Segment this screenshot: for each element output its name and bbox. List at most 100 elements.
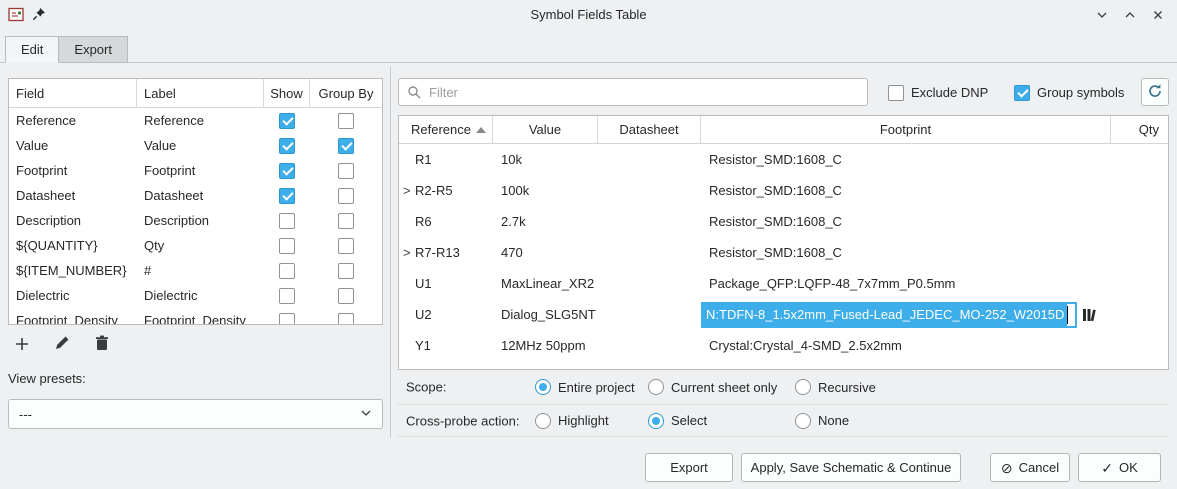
cross-probe-option-select[interactable]: Select: [648, 413, 707, 429]
scope-option-entire-project[interactable]: Entire project: [535, 379, 635, 395]
expand-arrow-icon[interactable]: >: [403, 245, 415, 260]
cross-probe-option-highlight[interactable]: Highlight: [535, 413, 609, 429]
field-name-cell: Value: [9, 138, 137, 153]
fields-header-show[interactable]: Show: [264, 79, 310, 107]
groupby-checkbox[interactable]: [338, 213, 354, 229]
field-groupby-cell: [310, 213, 382, 229]
table-row[interactable]: R110kResistor_SMD:1608_C: [399, 144, 1168, 175]
symbols-header-qty[interactable]: Qty: [1111, 116, 1168, 143]
show-checkbox[interactable]: [279, 238, 295, 254]
table-row[interactable]: ValueValue: [9, 133, 382, 158]
field-label-cell: Footprint: [137, 163, 264, 178]
field-groupby-cell: [310, 263, 382, 279]
table-row[interactable]: >R2-R5100kResistor_SMD:1608_C: [399, 175, 1168, 206]
value-cell: 2.7k: [493, 214, 598, 229]
table-row[interactable]: DielectricDielectric: [9, 283, 382, 308]
add-field-button[interactable]: [8, 330, 36, 358]
refresh-button[interactable]: [1141, 78, 1169, 106]
show-checkbox[interactable]: [279, 263, 295, 279]
table-row[interactable]: ${QUANTITY}Qty: [9, 233, 382, 258]
table-row[interactable]: Y112MHz 50ppmCrystal:Crystal_4-SMD_2.5x2…: [399, 330, 1168, 361]
library-browser-icon[interactable]: [1082, 307, 1096, 323]
footprint-cell: Resistor_SMD:1608_C: [701, 245, 1111, 260]
maximize-icon[interactable]: [1121, 6, 1139, 24]
exclude-dnp-checkbox[interactable]: Exclude DNP: [888, 84, 988, 101]
table-row[interactable]: U2Dialog_SLG5NTN:TDFN-8_1.5x2mm_Fused-Le…: [399, 299, 1168, 330]
radio-icon: [648, 379, 664, 395]
groupby-checkbox[interactable]: [338, 288, 354, 304]
exclude-dnp-label: Exclude DNP: [911, 85, 988, 100]
filter-input[interactable]: [398, 78, 868, 106]
field-show-cell: [264, 163, 310, 179]
symbols-table: Reference Value Datasheet Footprint Qty …: [398, 115, 1169, 370]
field-name-cell: Footprint: [9, 163, 137, 178]
group-symbols-checkbox[interactable]: Group symbols: [1014, 84, 1124, 101]
show-checkbox[interactable]: [279, 213, 295, 229]
shade-icon[interactable]: [1093, 6, 1111, 24]
show-checkbox[interactable]: [279, 313, 295, 326]
apply-save-continue-button[interactable]: Apply, Save Schematic & Continue: [741, 453, 961, 482]
scope-option-recursive[interactable]: Recursive: [795, 379, 876, 395]
close-icon[interactable]: [1149, 6, 1167, 24]
groupby-checkbox[interactable]: [338, 188, 354, 204]
table-row[interactable]: ${ITEM_NUMBER}#: [9, 258, 382, 283]
cross-probe-option-none[interactable]: None: [795, 413, 849, 429]
field-label-cell: Description: [137, 213, 264, 228]
show-checkbox[interactable]: [279, 138, 295, 154]
groupby-checkbox[interactable]: [338, 113, 354, 129]
field-name-cell: Reference: [9, 113, 137, 128]
fields-header-label[interactable]: Label: [137, 79, 264, 107]
value-cell: 10k: [493, 152, 598, 167]
table-row[interactable]: ReferenceReference: [9, 108, 382, 133]
show-checkbox[interactable]: [279, 163, 295, 179]
symbols-header-datasheet[interactable]: Datasheet: [598, 116, 701, 143]
delete-field-button[interactable]: [88, 330, 116, 358]
table-row[interactable]: DescriptionDescription: [9, 208, 382, 233]
reference-text: Y1: [415, 338, 431, 353]
table-row[interactable]: Footprint_DensityFootprint_Density: [9, 308, 382, 325]
symbols-header-reference[interactable]: Reference: [399, 116, 493, 143]
fields-header-field[interactable]: Field: [9, 79, 137, 107]
groupby-checkbox[interactable]: [338, 238, 354, 254]
groupby-checkbox[interactable]: [338, 138, 354, 154]
view-presets-select[interactable]: ---: [8, 399, 383, 429]
cancel-button[interactable]: ⊘ Cancel: [990, 453, 1070, 482]
footprint-cell: Resistor_SMD:1608_C: [701, 183, 1111, 198]
reference-cell: R1: [399, 152, 493, 167]
table-row[interactable]: DatasheetDatasheet: [9, 183, 382, 208]
footprint-cell: Crystal:Crystal_4-SMD_2.5x2mm: [701, 338, 1111, 353]
footprint-editor[interactable]: N:TDFN-8_1.5x2mm_Fused-Lead_JEDEC_MO-252…: [701, 302, 1077, 328]
reference-cell: >R2-R5: [399, 183, 493, 198]
table-row[interactable]: FootprintFootprint: [9, 158, 382, 183]
groupby-checkbox[interactable]: [338, 263, 354, 279]
export-button[interactable]: Export: [645, 453, 733, 482]
scope-row: Scope: Entire projectCurrent sheet onlyR…: [398, 370, 1169, 404]
symbols-header-value[interactable]: Value: [493, 116, 598, 143]
tab-export[interactable]: Export: [58, 36, 128, 63]
fields-toolbar: [8, 330, 116, 358]
expand-arrow-icon[interactable]: >: [403, 183, 415, 198]
fields-header-groupby[interactable]: Group By: [310, 79, 382, 107]
panel-splitter[interactable]: [390, 66, 391, 438]
table-row[interactable]: R62.7kResistor_SMD:1608_C: [399, 206, 1168, 237]
ok-button[interactable]: ✓ OK: [1078, 453, 1161, 482]
symbols-header-footprint[interactable]: Footprint: [701, 116, 1111, 143]
show-checkbox[interactable]: [279, 113, 295, 129]
symbols-table-body: R110kResistor_SMD:1608_C>R2-R5100kResist…: [399, 144, 1168, 361]
reference-text: R1: [415, 152, 432, 167]
groupby-checkbox[interactable]: [338, 163, 354, 179]
scope-option-current-sheet-only[interactable]: Current sheet only: [648, 379, 777, 395]
show-checkbox[interactable]: [279, 188, 295, 204]
fields-table: Field Label Show Group By ReferenceRefer…: [8, 78, 383, 325]
tab-edit[interactable]: Edit: [5, 36, 59, 63]
groupby-checkbox[interactable]: [338, 313, 354, 326]
reference-cell: U2: [399, 307, 493, 322]
reference-text: R2-R5: [415, 183, 453, 198]
show-checkbox[interactable]: [279, 288, 295, 304]
table-row[interactable]: >R7-R13470Resistor_SMD:1608_C: [399, 237, 1168, 268]
footprint-cell: Resistor_SMD:1608_C: [701, 214, 1111, 229]
table-row[interactable]: U1MaxLinear_XR2Package_QFP:LQFP-48_7x7mm…: [399, 268, 1168, 299]
edit-field-button[interactable]: [48, 330, 76, 358]
tab-pane-border: [0, 62, 1177, 63]
ok-icon: ✓: [1101, 461, 1113, 475]
